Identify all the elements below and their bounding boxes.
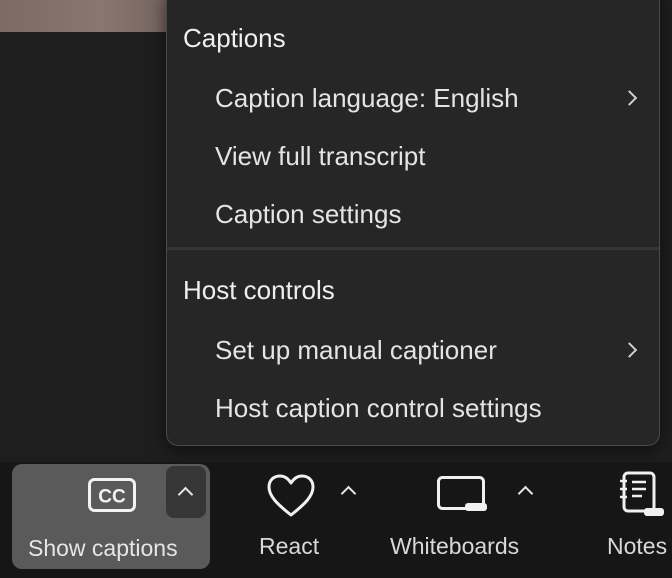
show-captions-label: Show captions xyxy=(28,535,178,561)
chevron-right-icon xyxy=(621,90,638,106)
chevron-up-icon xyxy=(517,485,534,502)
captions-menu: Captions Caption language: English View … xyxy=(166,0,660,446)
react-label: React xyxy=(259,533,320,559)
caption-language-label: Caption language: English xyxy=(215,82,519,113)
caption-settings-item[interactable]: Caption settings xyxy=(169,188,657,240)
view-full-transcript-item[interactable]: View full transcript xyxy=(169,130,657,182)
notes-button[interactable]: Notes xyxy=(600,462,672,578)
whiteboard-icon xyxy=(437,476,487,511)
caption-settings-label: Caption settings xyxy=(215,198,402,229)
closed-captions-icon: CC xyxy=(88,478,136,512)
heart-icon xyxy=(267,474,315,517)
host-caption-control-settings-label: Host caption control settings xyxy=(215,392,542,423)
notes-icon xyxy=(620,471,664,516)
cc-icon-text: CC xyxy=(98,487,126,508)
meeting-window: Captions Caption language: English View … xyxy=(0,0,672,578)
host-caption-control-settings-item[interactable]: Host caption control settings xyxy=(169,382,657,434)
notes-label: Notes xyxy=(607,533,668,559)
menu-divider xyxy=(167,247,659,250)
whiteboards-options-caret[interactable] xyxy=(515,480,537,504)
caption-language-item[interactable]: Caption language: English xyxy=(169,72,657,124)
whiteboards-label: Whiteboards xyxy=(390,533,520,559)
captions-options-caret-button[interactable] xyxy=(166,466,206,518)
chevron-up-icon xyxy=(340,485,357,502)
react-options-caret[interactable] xyxy=(338,480,360,504)
react-button[interactable]: React xyxy=(240,462,350,578)
captions-heading: Captions xyxy=(183,23,286,53)
set-up-manual-captioner-item[interactable]: Set up manual captioner xyxy=(169,324,657,376)
participant-video-tile xyxy=(0,0,185,32)
view-full-transcript-label: View full transcript xyxy=(215,140,426,171)
host-controls-heading: Host controls xyxy=(183,275,335,305)
chevron-up-icon xyxy=(177,486,194,503)
set-up-manual-captioner-label: Set up manual captioner xyxy=(215,334,497,365)
chevron-right-icon xyxy=(621,342,638,358)
